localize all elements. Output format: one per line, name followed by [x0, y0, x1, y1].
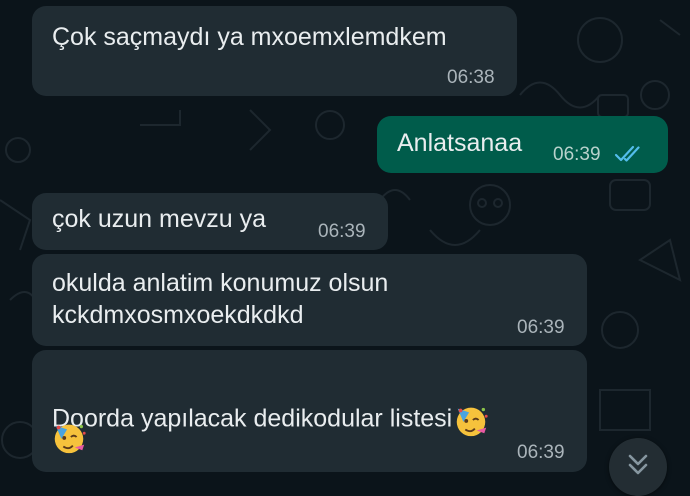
message-text-content: Doorda yapılacak dedikodular listesi: [52, 404, 453, 433]
message-bubble-incoming[interactable]: Çok saçmaydı ya mxoemxlemdkem 06:38: [32, 6, 517, 96]
message-time: 06:39: [517, 317, 565, 338]
message-time: 06:39: [318, 221, 366, 242]
chevron-double-down-icon: [628, 454, 648, 475]
message-bubble-incoming[interactable]: Doorda yapılacak dedikodular listesi 06:…: [32, 350, 587, 472]
message-text: Çok saçmaydı ya mxoemxlemdkem: [52, 23, 447, 51]
message-bubble-incoming[interactable]: çok uzun mevzu ya 06:39: [32, 193, 388, 250]
message-bubble-incoming[interactable]: okulda anlatim konumuz olsun kckdmxosmxo…: [32, 254, 587, 346]
double-check-icon: [614, 145, 640, 162]
message-text: çok uzun mevzu ya: [52, 205, 266, 233]
message-time: 06:39: [553, 144, 601, 165]
message-time: 06:39: [517, 442, 565, 463]
partying-face-emoji: [456, 407, 488, 437]
message-text-line-2: kckdmxosmxoekdkdkd: [52, 301, 304, 329]
message-text: Doorda yapılacak dedikodular listesi: [52, 368, 490, 439]
message-time: 06:38: [447, 67, 495, 88]
partying-face-emoji: [54, 424, 86, 454]
message-text: Anlatsanaa: [397, 129, 523, 157]
message-text-line-1: okulda anlatim konumuz olsun: [52, 269, 389, 297]
message-bubble-outgoing[interactable]: Anlatsanaa 06:39: [377, 116, 668, 173]
scroll-to-bottom-button[interactable]: [609, 438, 667, 496]
